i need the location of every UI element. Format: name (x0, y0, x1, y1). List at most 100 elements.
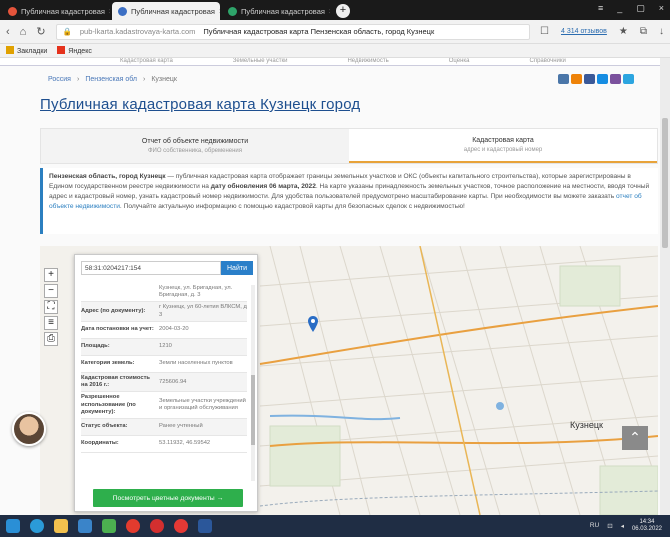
maximize-icon[interactable]: ▢ (636, 3, 645, 14)
tab-close-icon[interactable]: × (329, 7, 330, 16)
consultant-avatar[interactable] (12, 412, 46, 446)
page-scrollbar[interactable] (660, 58, 670, 515)
facebook-share-icon[interactable] (584, 74, 595, 84)
breadcrumb-sep: › (76, 76, 80, 83)
zoom-out-button[interactable]: − (44, 284, 58, 298)
attribute-row: Адрес (по документу): г Кузнецк, ул 60-ле… (81, 302, 247, 322)
cadastral-map[interactable]: Кузнецк + − ⛶ ≡ ⎙ Найти Кузнецк, ул. Бри… (40, 246, 658, 515)
fullscreen-icon[interactable]: ⛶ (44, 300, 58, 314)
tab-favicon-icon (118, 6, 127, 16)
ie-icon[interactable] (78, 519, 92, 533)
page-title: Публичная кадастровая карта Кузнецк горо… (40, 96, 361, 113)
yandex-browser-icon[interactable] (150, 519, 164, 533)
telegram-share-icon[interactable] (623, 74, 634, 84)
breadcrumb-item[interactable]: Россия (48, 76, 71, 83)
site-nav-item[interactable]: Оценка (449, 58, 470, 65)
minimize-icon[interactable]: _ (617, 3, 622, 14)
tab-close-icon[interactable]: × (219, 7, 220, 16)
site-nav-item[interactable]: Справочники (530, 58, 566, 65)
clock-time: 14:34 (639, 519, 655, 525)
bookmark-item-2[interactable]: Яндекс (57, 46, 92, 55)
back-icon[interactable]: ‹ (6, 26, 10, 38)
tab-favicon-icon (8, 6, 17, 16)
map-city-label: Кузнецк (570, 420, 603, 430)
object-attributes: Кузнецк, ул. Бригадная, ул. Бригадная, д… (81, 283, 247, 454)
tab-sub-label: адрес и кадастровый номер (463, 147, 543, 153)
address-bar-actions: ☐ 4 314 отзывов ★ ⧉ ↓ (540, 26, 664, 37)
clock[interactable]: 14:34 06.03.2022 (632, 519, 662, 532)
description-end: . Получайте актуальную информацию с помо… (119, 202, 465, 210)
tab-main-label: Отчет об объекте недвижимости (141, 138, 249, 145)
tab-favicon-icon (228, 6, 237, 16)
description-date: дату обновления 06 марта, 2022 (210, 182, 316, 190)
bookmark-item-1[interactable]: Закладки (6, 46, 47, 55)
clock-date: 06.03.2022 (631, 525, 662, 532)
vk-share-icon[interactable] (558, 74, 569, 84)
site-nav: Кадастровая карта Земельные участки Недв… (0, 58, 660, 66)
object-info-panel: Найти Кузнецк, ул. Бригадная, ул. Бригад… (74, 254, 258, 512)
url-page-title: Публичная кадастровая карта Пензенская о… (203, 27, 435, 36)
reviews-link[interactable]: 4 314 отзывов (561, 28, 607, 35)
app-icon[interactable] (174, 519, 188, 533)
bookmarks-bar: Закладки Яндекс (0, 44, 670, 58)
site-nav-item[interactable]: Недвижимость (347, 58, 388, 65)
breadcrumb-current: Кузнецк (151, 76, 177, 83)
chrome-icon[interactable] (126, 519, 140, 533)
volume-icon[interactable]: ◂ (621, 522, 624, 530)
attribute-row: Категория земель: Земли населенных пункто… (81, 356, 247, 373)
explorer-icon[interactable] (54, 519, 68, 533)
layers-icon[interactable]: ≡ (44, 316, 58, 330)
download-icon[interactable]: ↓ (659, 26, 664, 37)
url-domain: pub-lkarta.kadastrovaya-karta.com (79, 27, 196, 36)
url-field[interactable]: 🔒 pub-lkarta.kadastrovaya-karta.com Публ… (55, 23, 531, 40)
panel-scrollbar[interactable] (251, 285, 255, 481)
search-icon[interactable] (30, 519, 44, 533)
yandex-icon (57, 46, 66, 54)
print-icon[interactable]: ⎙ (44, 332, 58, 346)
info-tabs: Отчет об объекте недвижимости ФИО собств… (40, 128, 658, 164)
mail-share-icon[interactable] (597, 74, 608, 84)
system-tray: RU ⊡ ◂ 14:34 06.03.2022 (590, 519, 662, 532)
browser-tab-2[interactable]: Публичная кадастровая × (112, 2, 220, 20)
extensions-icon[interactable]: ⧉ (640, 26, 647, 37)
close-window-icon[interactable]: × (659, 3, 664, 14)
view-documents-button[interactable]: Посмотреть цветные документы → (93, 489, 243, 507)
network-icon[interactable]: ⊡ (607, 522, 612, 530)
browser-tab-3[interactable]: Публичная кадастровая × (222, 2, 330, 20)
map-controls: + − ⛶ ≡ ⎙ (44, 268, 58, 346)
lock-icon: 🔒 (62, 27, 72, 36)
attribute-row: Кадастровая стоимость на 2016 г.: 725606.… (81, 372, 247, 393)
page-content: Кадастровая карта Земельные участки Недв… (0, 58, 670, 515)
tab-property-report[interactable]: Отчет об объекте недвижимости ФИО собств… (41, 129, 349, 163)
zoom-in-button[interactable]: + (44, 268, 58, 282)
menu-icon[interactable]: ≡ (598, 3, 603, 14)
viber-share-icon[interactable] (610, 74, 621, 84)
attribute-row: Площадь: 1210 (81, 338, 247, 356)
attribute-row: Кузнецк, ул. Бригадная, ул. Бригадная, д… (81, 283, 247, 303)
reload-icon[interactable]: ↻ (36, 25, 45, 38)
page-scroll-thumb[interactable] (662, 118, 668, 248)
tab-cadastral-map[interactable]: Кадастровая карта адрес и кадастровый но… (349, 129, 657, 163)
tab-label: Публичная кадастровая (21, 6, 105, 16)
new-tab-button[interactable]: + (336, 4, 350, 18)
panel-scroll-thumb[interactable] (251, 375, 255, 445)
media-icon[interactable] (102, 519, 116, 533)
word-icon[interactable] (198, 519, 212, 533)
tab-label: Публичная кадастровая (241, 6, 325, 16)
ok-share-icon[interactable] (571, 74, 582, 84)
tab-close-icon[interactable]: × (109, 7, 110, 16)
cadastral-number-input[interactable] (81, 261, 221, 275)
site-nav-item[interactable]: Кадастровая карта (120, 58, 173, 65)
language-indicator[interactable]: RU (590, 522, 599, 529)
breadcrumb-item[interactable]: Пензенская обл (85, 76, 137, 83)
site-nav-item[interactable]: Земельные участки (233, 58, 288, 65)
start-icon[interactable] (6, 519, 20, 533)
attribute-row: Дата постановки на учет: 2004-03-20 (81, 322, 247, 339)
find-button[interactable]: Найти (221, 261, 253, 275)
browser-tab-1[interactable]: Публичная кадастровая × (2, 2, 110, 20)
reader-icon[interactable]: ☐ (540, 26, 549, 37)
bookmark-icon[interactable]: ★ (619, 26, 628, 37)
home-icon[interactable]: ⌂ (20, 26, 27, 38)
bookmarks-folder-icon (6, 46, 14, 54)
scroll-to-top-button[interactable]: ⌃ (622, 426, 648, 450)
